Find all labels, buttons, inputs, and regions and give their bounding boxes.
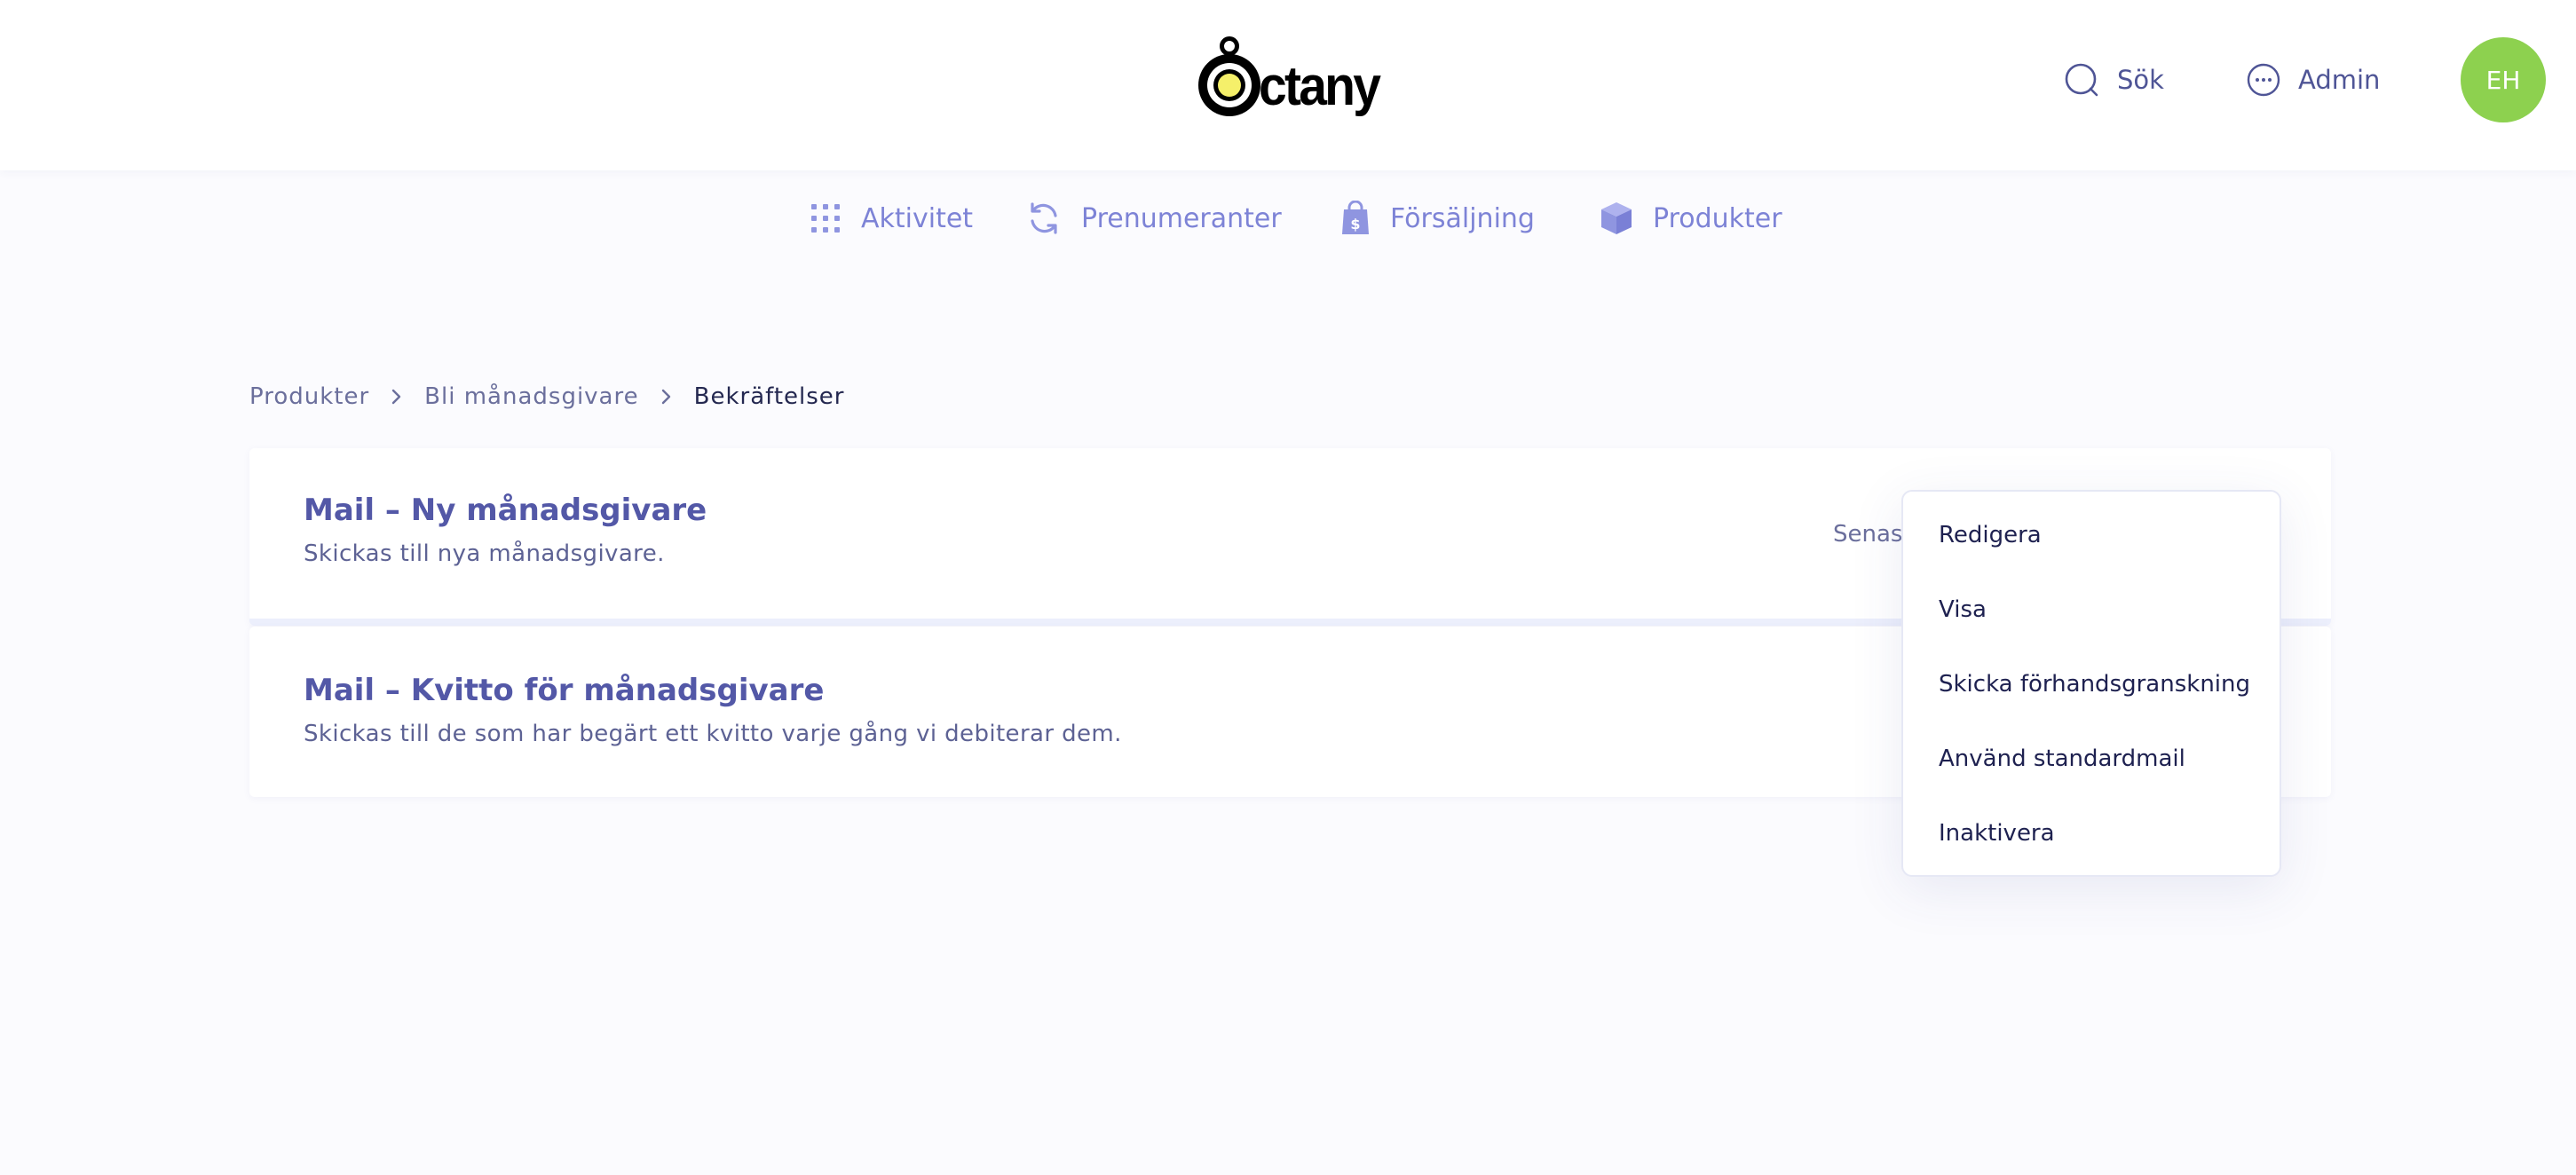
- breadcrumb: Produkter Bli månadsgivare Bekräftelser: [249, 382, 844, 412]
- refresh-icon: [1031, 202, 1057, 234]
- nav-label-aktivitet: Aktivitet: [861, 202, 974, 234]
- search-label: Sök: [2117, 65, 2164, 95]
- nav-label-prenumeranter: Prenumeranter: [1081, 202, 1282, 234]
- grid-dots-icon: [811, 204, 840, 233]
- admin-label: Admin: [2298, 65, 2381, 95]
- breadcrumb-current: Bekräftelser: [693, 383, 845, 410]
- card-meta: Senast: [1833, 521, 1912, 548]
- chevron-right-icon: [660, 388, 673, 406]
- nav-item-aktivitet[interactable]: Aktivitet: [810, 197, 973, 240]
- chevron-right-icon: [391, 388, 403, 406]
- menu-item-skicka-forhandsgranskning[interactable]: Skicka förhandsgranskning: [1939, 671, 2250, 698]
- box-icon: [1601, 202, 1632, 234]
- svg-text:$: $: [1350, 216, 1360, 233]
- card-title: Mail – Ny månadsgivare: [304, 493, 707, 528]
- main-nav: Aktivitet Prenumeranter $ Försäljning Pr…: [0, 197, 2576, 240]
- breadcrumb-bli-manadsgivare[interactable]: Bli månadsgivare: [424, 383, 638, 410]
- search-button[interactable]: Sök: [2064, 59, 2164, 101]
- logo-mark-icon: [1198, 36, 1260, 116]
- menu-item-inaktivera[interactable]: Inaktivera: [1939, 820, 2055, 847]
- nav-label-forsaljning: Försäljning: [1390, 202, 1535, 234]
- nav-item-forsaljning[interactable]: $ Försäljning: [1340, 197, 1535, 240]
- nav-item-prenumeranter[interactable]: Prenumeranter: [1026, 197, 1282, 240]
- top-header: ctany Sök Admin EH: [0, 0, 2576, 170]
- card-subtitle: Skickas till nya månadsgivare.: [304, 540, 665, 567]
- search-icon: [2065, 63, 2098, 97]
- menu-item-anvand-standardmail[interactable]: Använd standardmail: [1939, 745, 2185, 772]
- admin-menu-button[interactable]: Admin: [2247, 59, 2380, 101]
- menu-item-redigera[interactable]: Redigera: [1939, 522, 2042, 548]
- card-subtitle: Skickas till de som har begärt ett kvitt…: [304, 721, 1122, 747]
- menu-item-visa[interactable]: Visa: [1939, 596, 1987, 623]
- shopping-bag-icon: $: [1342, 201, 1369, 234]
- nav-label-produkter: Produkter: [1653, 202, 1782, 234]
- card-title: Mail – Kvitto för månadsgivare: [304, 673, 825, 708]
- more-dots-icon: [2247, 63, 2280, 97]
- logo-text: ctany: [1259, 55, 1381, 117]
- user-avatar[interactable]: EH: [2461, 37, 2546, 122]
- avatar-initials: EH: [2485, 65, 2521, 95]
- nav-item-produkter[interactable]: Produkter: [1600, 197, 1782, 240]
- octany-logo[interactable]: ctany: [1198, 36, 1389, 119]
- actions-dropdown-menu: Redigera Visa Skicka förhandsgranskning …: [1901, 490, 2281, 877]
- breadcrumb-produkter[interactable]: Produkter: [249, 383, 369, 410]
